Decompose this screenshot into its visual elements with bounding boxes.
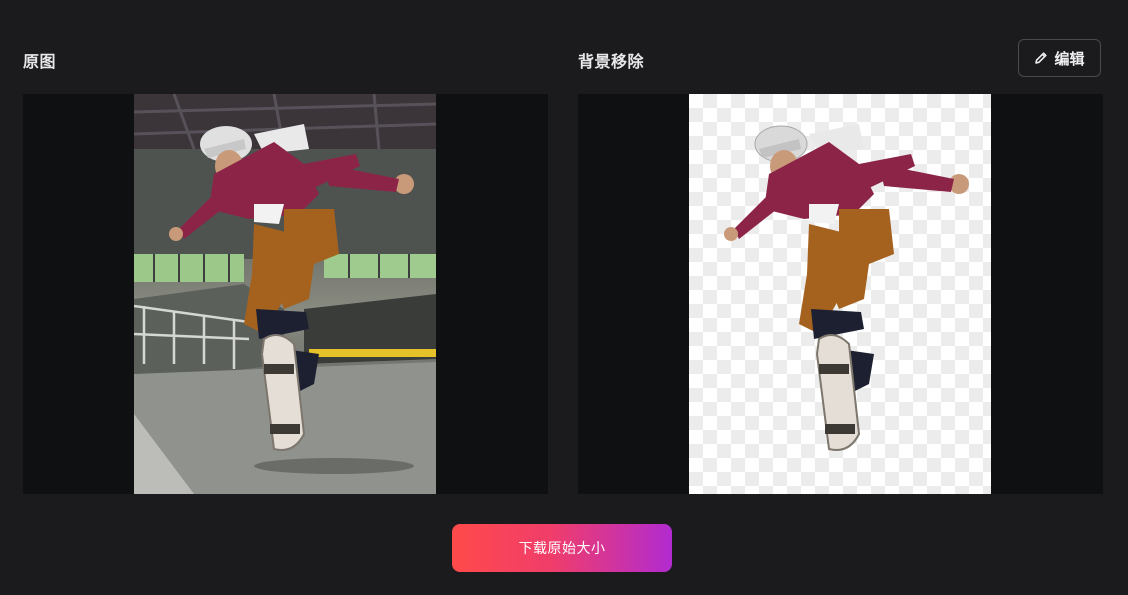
original-panel-title: 原图 [23, 52, 57, 71]
download-original-size-button[interactable]: 下载原始大小 [452, 524, 672, 572]
edit-button[interactable]: 编辑 [1018, 39, 1101, 77]
original-image-frame [23, 94, 548, 494]
background-removal-page: 原图 背景移除 编辑 下载原始大小 [0, 0, 1128, 595]
skater-cutout [724, 124, 969, 451]
result-image-frame [578, 94, 1103, 494]
original-photo [134, 94, 436, 494]
edit-button-label: 编辑 [1054, 49, 1085, 68]
pencil-icon [1034, 51, 1048, 65]
result-panel-title: 背景移除 [578, 52, 645, 71]
background-removed-photo [689, 94, 991, 494]
